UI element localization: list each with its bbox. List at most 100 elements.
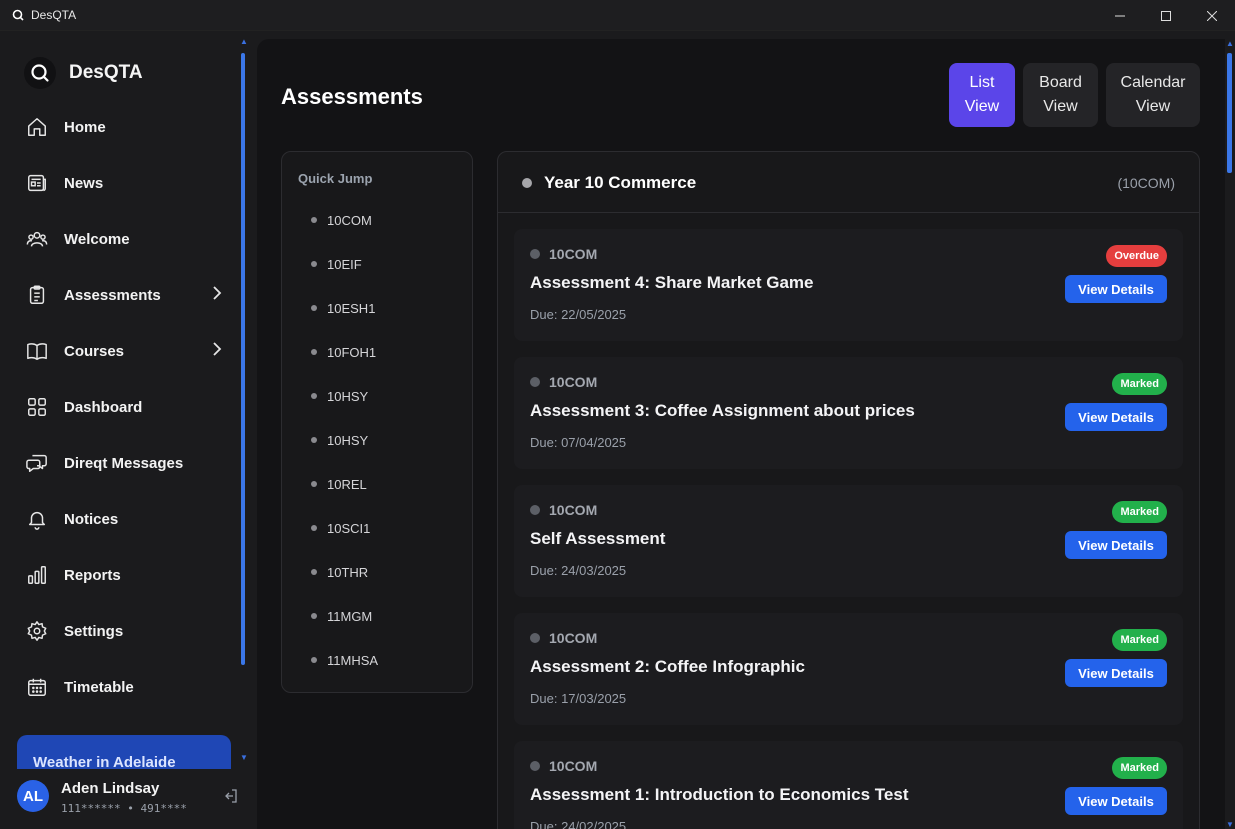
status-badge: Marked: [1112, 373, 1167, 395]
main-scrollbar[interactable]: ▲ ▼: [1225, 39, 1235, 829]
brand-name: DesQTA: [69, 62, 143, 83]
course-color-dot: [522, 178, 532, 188]
view-details-button[interactable]: View Details: [1065, 403, 1167, 431]
view-details-button[interactable]: View Details: [1065, 659, 1167, 687]
bullet-icon: [311, 217, 317, 223]
sidebar-item-news[interactable]: News: [14, 155, 236, 211]
maximize-icon: [1161, 10, 1171, 21]
scroll-down-icon[interactable]: ▼: [1225, 820, 1235, 829]
brand[interactable]: DesQTA: [24, 57, 143, 89]
sidebar-nav: Home News Welcome Assessments Courses Da…: [14, 99, 236, 715]
quick-jump-label: 11MGM: [327, 608, 373, 624]
quick-jump-list: 10COM 10EIF 10ESH1 10FOH1 10HSY 10HSY 10…: [311, 198, 378, 682]
gear-icon: [25, 619, 49, 643]
user-name: Aden Lindsay: [61, 780, 160, 797]
quick-jump-item[interactable]: 10HSY: [311, 418, 378, 462]
quick-jump-label: 10HSY: [327, 388, 369, 404]
list-view-button[interactable]: List View: [949, 63, 1015, 127]
quick-jump-item[interactable]: 10FOH1: [311, 330, 378, 374]
assessment-card[interactable]: 10COM Assessment 4: Share Market Game Du…: [514, 229, 1183, 341]
sidebar-item-assessments[interactable]: Assessments: [14, 267, 236, 323]
quick-jump-item[interactable]: 10THR: [311, 550, 378, 594]
calendar-view-button[interactable]: Calendar View: [1106, 63, 1200, 127]
quick-jump-label: 10HSY: [327, 432, 369, 448]
view-details-button[interactable]: View Details: [1065, 531, 1167, 559]
sidebar-item-courses[interactable]: Courses: [14, 323, 236, 379]
subject-code: 10COM: [549, 374, 598, 390]
calendar-view-label-1: Calendar: [1120, 74, 1186, 91]
quick-jump-item[interactable]: 10EIF: [311, 242, 378, 286]
bullet-icon: [311, 437, 317, 443]
user-id: 111****** • 491****: [61, 802, 187, 815]
quick-jump-item[interactable]: 10REL: [311, 462, 378, 506]
logout-button[interactable]: [224, 789, 238, 808]
assessment-title: Assessment 3: Coffee Assignment about pr…: [530, 401, 915, 420]
maximize-button[interactable]: [1143, 0, 1189, 31]
bullet-icon: [311, 569, 317, 575]
sidebar-item-direqt-messages[interactable]: Direqt Messages: [14, 435, 236, 491]
sidebar: DesQTA Home News Welcome Assessments Cou…: [0, 31, 250, 829]
main-scroll-thumb[interactable]: [1227, 53, 1232, 173]
assessment-card[interactable]: 10COM Assessment 1: Introduction to Econ…: [514, 741, 1183, 829]
bullet-icon: [311, 525, 317, 531]
quick-jump-item[interactable]: 10HSY: [311, 374, 378, 418]
board-view-button[interactable]: Board View: [1023, 63, 1098, 127]
close-button[interactable]: [1189, 0, 1235, 31]
quick-jump-label: 10SCI1: [327, 520, 371, 536]
title-bar: DesQTA: [0, 0, 1235, 31]
scroll-up-icon[interactable]: ▲: [1225, 39, 1235, 48]
sidebar-item-label: Courses: [64, 342, 125, 360]
sidebar-item-welcome[interactable]: Welcome: [14, 211, 236, 267]
bullet-icon: [311, 349, 317, 355]
course-code: (10COM): [1117, 175, 1175, 191]
due-date: Due: 22/05/2025: [530, 307, 627, 322]
logout-icon: [225, 789, 237, 803]
view-details-button[interactable]: View Details: [1065, 275, 1167, 303]
bullet-icon: [311, 613, 317, 619]
subject-tag: 10COM: [530, 502, 597, 518]
quick-jump-item[interactable]: 10SCI1: [311, 506, 378, 550]
weather-widget[interactable]: Weather in Adelaide: [17, 735, 231, 769]
scroll-down-icon[interactable]: ▼: [240, 754, 248, 762]
status-badge: Marked: [1112, 501, 1167, 523]
quick-jump-item[interactable]: 11MHSA: [311, 638, 378, 682]
avatar[interactable]: AL: [17, 780, 49, 812]
quick-jump-item[interactable]: 11MGM: [311, 594, 378, 638]
quick-jump-item[interactable]: 10COM: [311, 198, 378, 242]
sidebar-item-home[interactable]: Home: [14, 99, 236, 155]
sidebar-item-label: Notices: [64, 510, 119, 528]
sidebar-item-reports[interactable]: Reports: [14, 547, 236, 603]
scroll-up-icon[interactable]: ▲: [240, 38, 248, 46]
bullet-icon: [311, 481, 317, 487]
minimize-button[interactable]: [1097, 0, 1143, 31]
app-icon: [11, 8, 25, 22]
page-title: Assessments: [281, 84, 423, 109]
sidebar-item-label: Timetable: [64, 678, 134, 696]
sidebar-scroll-thumb[interactable]: [241, 53, 245, 665]
minimize-icon: [1115, 15, 1125, 16]
sidebar-item-notices[interactable]: Notices: [14, 491, 236, 547]
view-details-button[interactable]: View Details: [1065, 787, 1167, 815]
status-badge: Overdue: [1106, 245, 1167, 267]
subject-code: 10COM: [549, 502, 598, 518]
sidebar-item-timetable[interactable]: Timetable: [14, 659, 236, 715]
main-content: Assessments List View Board View Calendar V…: [257, 39, 1225, 829]
subject-dot: [530, 761, 540, 771]
assessment-card[interactable]: 10COM Assessment 3: Coffee Assignment ab…: [514, 357, 1183, 469]
chevron-right-icon: [212, 342, 222, 361]
sidebar-item-settings[interactable]: Settings: [14, 603, 236, 659]
quick-jump-label: 11MHSA: [327, 652, 379, 668]
logo-icon: [24, 57, 56, 89]
status-badge: Marked: [1112, 629, 1167, 651]
sidebar-item-dashboard[interactable]: Dashboard: [14, 379, 236, 435]
quick-jump-label: 10FOH1: [327, 344, 377, 360]
subject-tag: 10COM: [530, 758, 597, 774]
sidebar-scrollbar[interactable]: ▲ ▼: [240, 38, 248, 769]
quick-jump-item[interactable]: 10ESH1: [311, 286, 378, 330]
quick-jump-panel: Quick Jump 10COM 10EIF 10ESH1 10FOH1 10H…: [281, 151, 473, 693]
assessment-card[interactable]: 10COM Self Assessment Due: 24/03/2025 Ma…: [514, 485, 1183, 597]
weather-title: Weather in Adelaide: [33, 754, 176, 769]
assessment-list: 10COM Assessment 4: Share Market Game Du…: [514, 229, 1183, 829]
list-view-label-2: View: [964, 98, 1000, 115]
assessment-card[interactable]: 10COM Assessment 2: Coffee Infographic D…: [514, 613, 1183, 725]
